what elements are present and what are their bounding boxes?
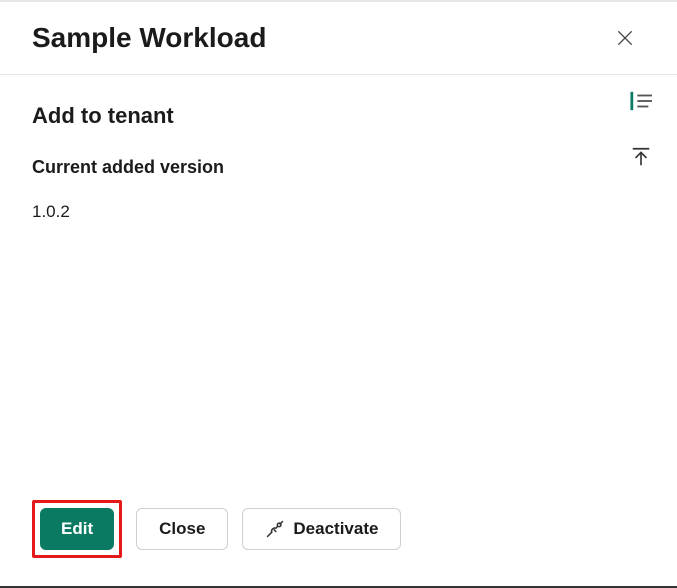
list-icon[interactable] (627, 87, 655, 115)
version-value: 1.0.2 (32, 202, 645, 222)
panel-footer: Edit Close Deactivate (32, 500, 401, 558)
deactivate-button-label: Deactivate (293, 519, 378, 539)
close-icon (615, 28, 635, 48)
edit-button[interactable]: Edit (40, 508, 114, 550)
close-button[interactable]: Close (136, 508, 228, 550)
panel-body: Add to tenant Current added version 1.0.… (0, 75, 677, 222)
panel-header: Sample Workload (0, 2, 677, 75)
deactivate-button[interactable]: Deactivate (242, 508, 401, 550)
unplug-icon (265, 519, 285, 539)
edit-highlight: Edit (32, 500, 122, 558)
close-panel-button[interactable] (609, 22, 641, 54)
scroll-top-icon[interactable] (627, 143, 655, 171)
version-label: Current added version (32, 157, 645, 178)
close-button-label: Close (159, 519, 205, 539)
page-title: Sample Workload (32, 22, 266, 54)
section-title: Add to tenant (32, 103, 645, 129)
edit-button-label: Edit (61, 519, 93, 539)
